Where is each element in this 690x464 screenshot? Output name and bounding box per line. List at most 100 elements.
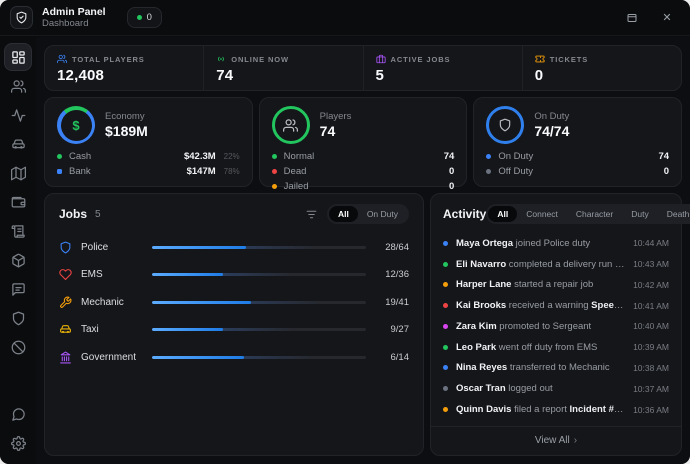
stat-label: ONLINE NOW — [216, 54, 350, 64]
wrench-icon — [59, 296, 72, 309]
gear-icon — [11, 436, 26, 451]
legend-row: Normal74 — [272, 150, 455, 162]
job-progress-fill — [152, 273, 223, 276]
users-icon — [283, 118, 298, 133]
activity-text: Zara Kim promoted to Sergeant — [456, 321, 625, 332]
activity-time: 10:37 AM — [633, 384, 669, 394]
economy-donut: $ — [57, 106, 95, 144]
activity-time: 10:43 AM — [633, 259, 669, 269]
job-progress-bar — [152, 301, 366, 304]
view-all-button[interactable]: View All› — [431, 426, 681, 455]
legend-label: Normal — [284, 151, 315, 162]
shield-icon — [11, 311, 26, 326]
sidebar-item-chat[interactable] — [5, 401, 31, 427]
sidebar-item-logs[interactable] — [5, 218, 31, 244]
activity-tab-all[interactable]: All — [488, 206, 517, 222]
users-icon — [283, 118, 298, 133]
sidebar-item-security[interactable] — [5, 305, 31, 331]
legend-pct: 78% — [223, 167, 240, 176]
job-progress-fill — [152, 301, 251, 304]
sidebar-item-map[interactable] — [5, 160, 31, 186]
activity-text: Maya Ortega joined Police duty — [456, 238, 625, 249]
job-row: Mechanic19/41 — [59, 295, 409, 309]
activity-dot — [443, 365, 448, 370]
activity-highlight: +$2,400 — [612, 259, 625, 270]
activity-time: 10:44 AM — [633, 238, 669, 248]
legend-dot — [57, 169, 62, 174]
legend-dot — [486, 169, 491, 174]
sidebar-item-reports[interactable] — [5, 276, 31, 302]
job-row: Taxi9/27 — [59, 323, 409, 337]
job-count: 9/27 — [375, 324, 409, 335]
stat-value: 0 — [535, 67, 669, 84]
duty-value: 74/74 — [534, 123, 569, 139]
activity-title: Activity — [443, 207, 486, 221]
window-close-button[interactable]: ✕ — [654, 6, 680, 30]
sidebar-item-settings[interactable] — [5, 430, 31, 456]
jobs-tab-on-duty[interactable]: On Duty — [358, 206, 407, 222]
jobs-filter-button[interactable] — [305, 208, 318, 221]
activity-dot — [443, 241, 448, 246]
sidebar-item-bans[interactable] — [5, 334, 31, 360]
job-count: 6/14 — [375, 352, 409, 363]
shield-icon — [498, 118, 512, 132]
activity-time: 10:40 AM — [633, 321, 669, 331]
scroll-icon — [11, 224, 26, 239]
players-card: Players 74 Normal74Dead0Jailed0 — [259, 97, 468, 187]
legend-row: Bank$147M78% — [57, 165, 240, 177]
sidebar-item-players[interactable] — [5, 73, 31, 99]
jobs-title: Jobs — [59, 207, 87, 221]
economy-card: $ Economy $189M Cash$42.3M22%Bank$147M78… — [44, 97, 253, 187]
sidebar-item-vehicles[interactable] — [5, 131, 31, 157]
activity-text: Harper Lane started a repair job — [456, 279, 625, 290]
legend-label: Bank — [69, 166, 91, 177]
activity-tab-duty[interactable]: Duty — [622, 206, 657, 222]
legend-dot — [272, 154, 277, 159]
economy-legend: Cash$42.3M22%Bank$147M78% — [57, 150, 240, 177]
duty-legend: On Duty74Off Duty0 — [486, 150, 669, 177]
stat-label: ACTIVE JOBS — [376, 54, 510, 64]
jobs-card: Jobs 5 AllOn Duty Police28/64EMS12/36Mec… — [44, 193, 424, 456]
sidebar-top — [5, 44, 31, 360]
activity-text: Kai Brooks received a warning Speed viol… — [456, 300, 625, 311]
legend-row: On Duty74 — [486, 150, 669, 162]
activity-text: Nina Reyes transferred to Mechanic — [456, 362, 625, 373]
window-restore-icon — [626, 12, 638, 24]
jobs-count: 5 — [95, 209, 101, 220]
sidebar-item-economy[interactable] — [5, 189, 31, 215]
activity-list: Maya Ortega joined Police duty 10:44 AM El… — [443, 233, 669, 420]
sidebar-item-activity[interactable] — [5, 102, 31, 128]
activity-row: Maya Ortega joined Police duty 10:44 AM — [443, 238, 669, 249]
stat-active-jobs: ACTIVE JOBS5 — [363, 46, 522, 90]
duty-label: On Duty — [534, 111, 569, 122]
app-title: Admin Panel — [42, 6, 106, 18]
activity-dot — [443, 282, 448, 287]
status-dot — [137, 15, 142, 20]
job-count: 19/41 — [375, 297, 409, 308]
legend-dot — [57, 154, 62, 159]
activity-row: Nina Reyes transferred to Mechanic10:38 … — [443, 362, 669, 373]
legend-label: Off Duty — [498, 166, 533, 177]
job-count: 12/36 — [375, 269, 409, 280]
activity-tab-connect[interactable]: Connect — [517, 206, 567, 222]
activity-row: Kai Brooks received a warning Speed viol… — [443, 300, 669, 311]
sidebar-item-inventory[interactable] — [5, 247, 31, 273]
users-icon — [11, 79, 26, 94]
chat-bubble-icon — [11, 407, 26, 422]
sidebar-item-dashboard[interactable] — [5, 44, 31, 70]
stat-online-now: ONLINE NOW74 — [203, 46, 362, 90]
jobs-tab-all[interactable]: All — [329, 206, 358, 222]
broadcast-icon — [216, 54, 226, 64]
activity-row: Eli Navarro completed a delivery run +$2… — [443, 259, 669, 270]
window-restore-button[interactable] — [619, 6, 645, 30]
jobs-filter-tabs: AllOn Duty — [327, 204, 409, 224]
legend-dot — [272, 169, 277, 174]
activity-tab-character[interactable]: Character — [567, 206, 622, 222]
legend-row: Dead0 — [272, 165, 455, 177]
close-icon: ✕ — [662, 11, 671, 24]
dollar-icon: $ — [72, 118, 79, 133]
activity-tab-death[interactable]: Death — [658, 206, 690, 222]
shield-check-icon — [15, 11, 28, 24]
activity-text: Leo Park went off duty from EMS — [456, 342, 625, 353]
stat-value: 12,408 — [57, 67, 191, 84]
